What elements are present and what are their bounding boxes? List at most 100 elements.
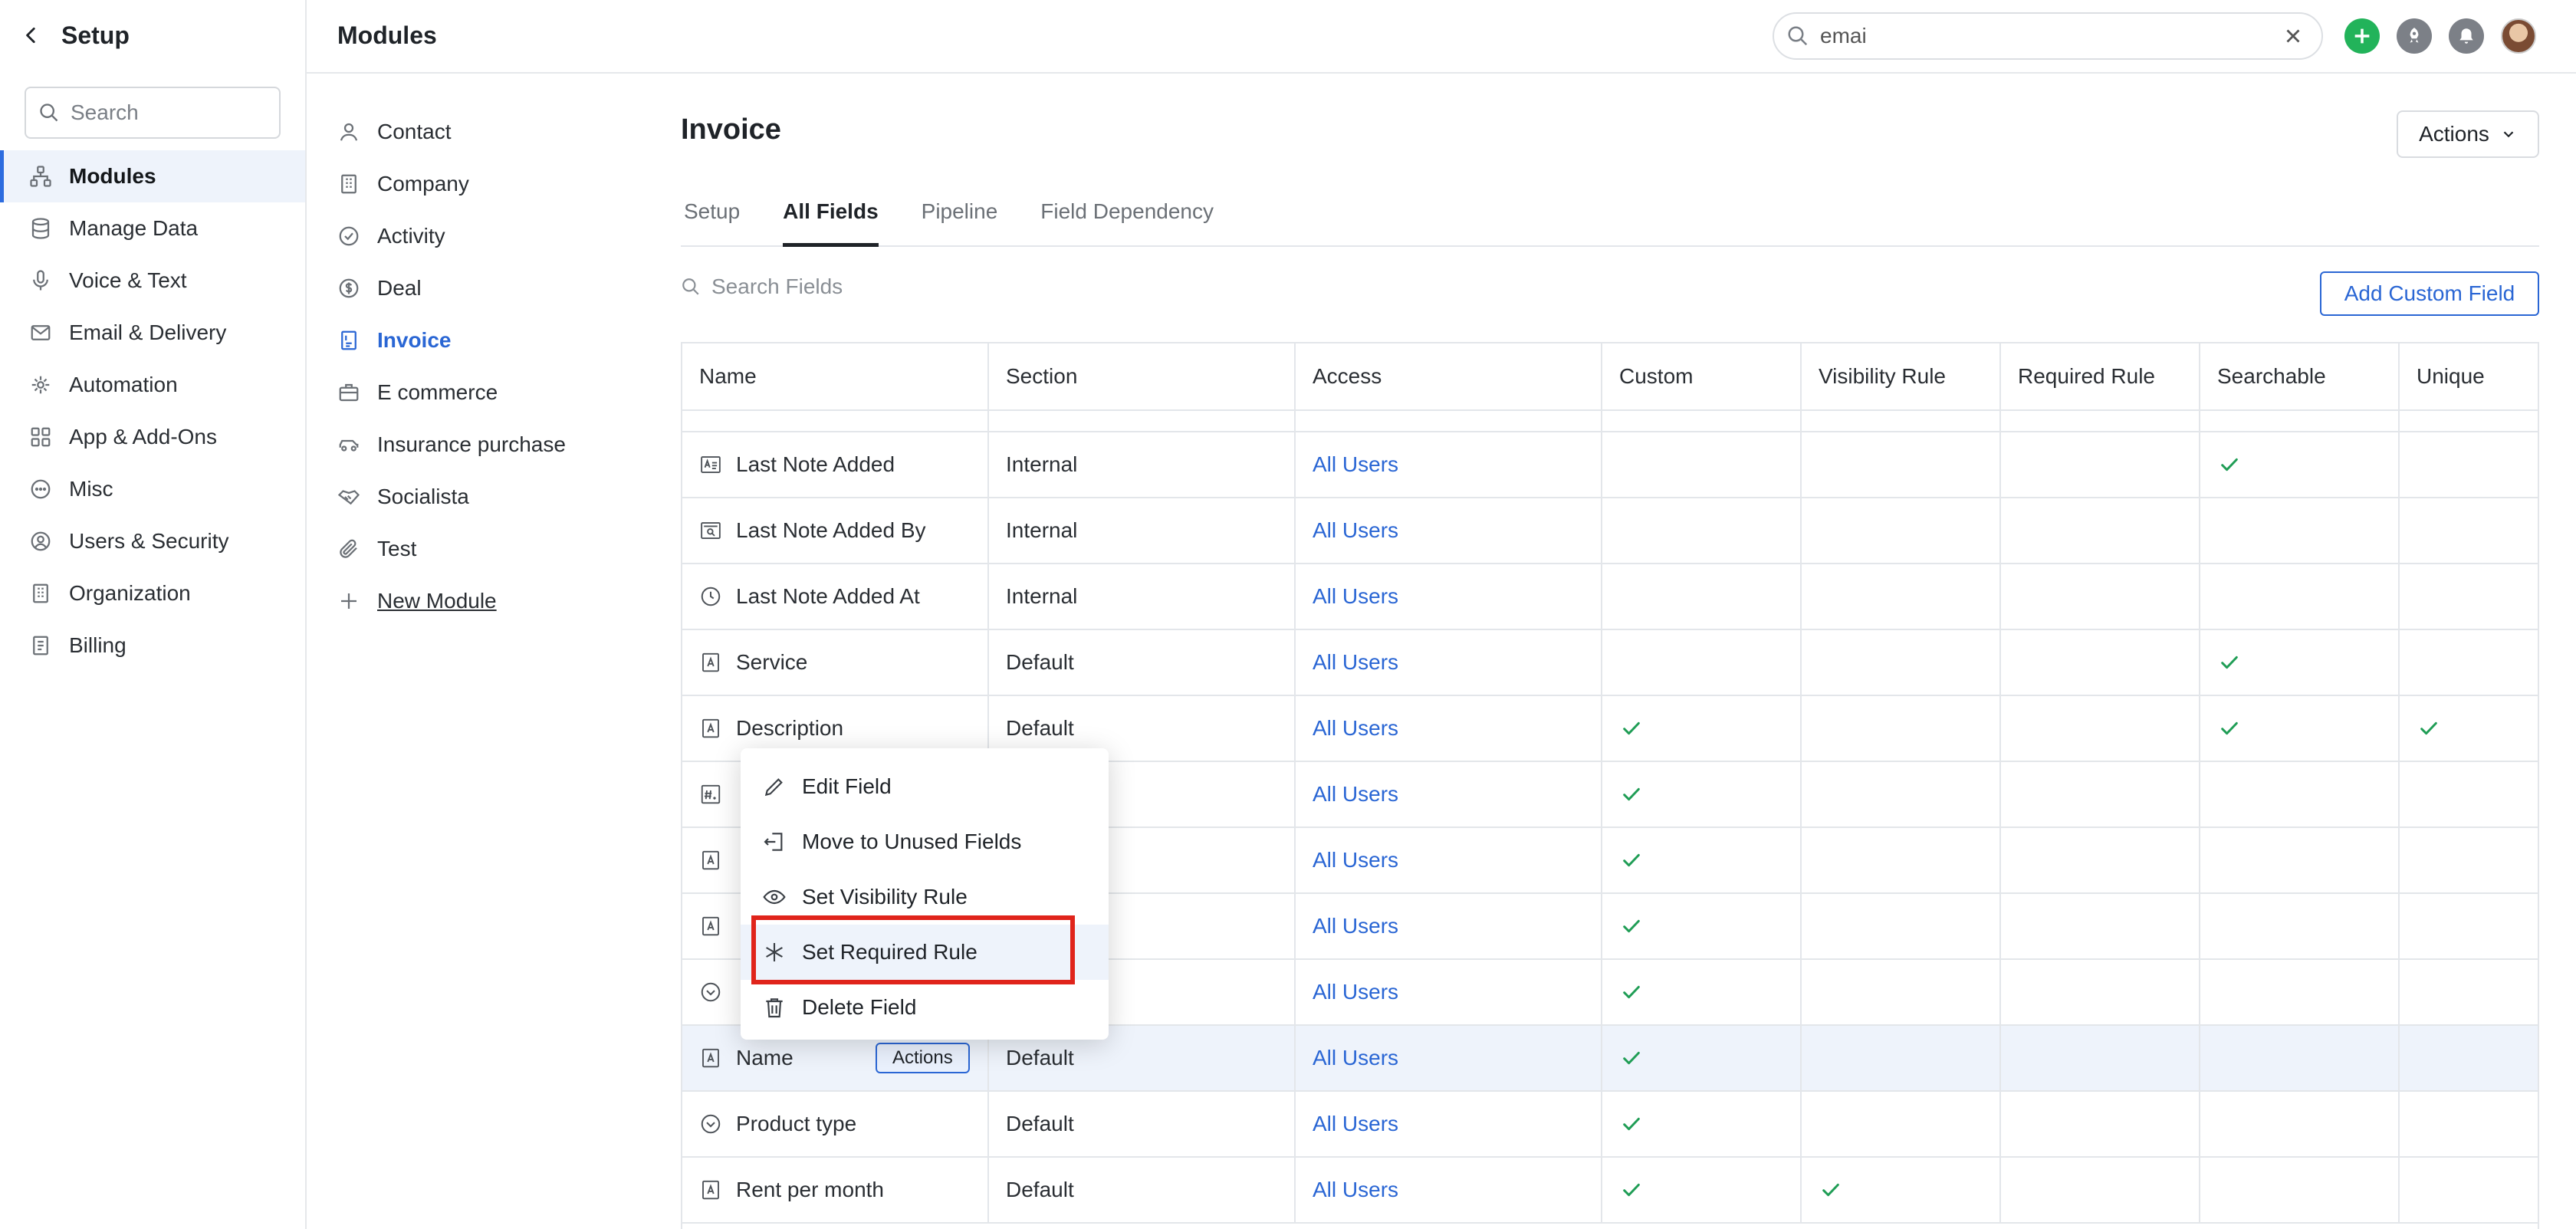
cell-section: Default [989, 1092, 1296, 1156]
module-item-activity[interactable]: Activity [307, 210, 629, 262]
text-field-icon [699, 453, 722, 476]
sidebar-item-voice-text[interactable]: Voice & Text [0, 255, 305, 307]
sidebar-item-manage-data[interactable]: Manage Data [0, 202, 305, 255]
cell-access-link[interactable]: All Users [1296, 696, 1602, 761]
global-search-input[interactable] [1820, 24, 2272, 48]
column-header-unique[interactable]: Unique [2400, 343, 2538, 409]
quick-add-button[interactable] [2344, 18, 2380, 54]
user-icon [337, 120, 360, 143]
sidebar-item-automation[interactable]: Automation [0, 359, 305, 411]
cell-searchable [2200, 564, 2400, 629]
tab-pipeline[interactable]: Pipeline [922, 199, 998, 247]
cell-access-link[interactable]: All Users [1296, 1092, 1602, 1156]
table-row[interactable]: Last Note Added At Internal All Users [682, 564, 2538, 630]
column-header-access[interactable]: Access [1296, 343, 1602, 409]
cell-access-link[interactable]: All Users [1296, 432, 1602, 497]
cell-visibility-rule [1802, 762, 2001, 826]
sidebar-item-users-security[interactable]: Users & Security [0, 515, 305, 567]
field-search-input[interactable] [711, 274, 1095, 299]
cell-searchable [2200, 696, 2400, 761]
cell-access-link[interactable]: All Users [1296, 894, 1602, 958]
column-header-visibility-rule[interactable]: Visibility Rule [1802, 343, 2001, 409]
rocket-icon [2404, 26, 2424, 46]
cell-access-link[interactable]: All Users [1296, 498, 1602, 563]
cell-visibility-rule [1802, 564, 2001, 629]
single-line-text-icon [699, 1178, 722, 1201]
actions-dropdown-button[interactable]: Actions [2397, 110, 2539, 158]
column-header-name[interactable]: Name [682, 343, 989, 409]
sidebar-item-app-add-ons[interactable]: App & Add-Ons [0, 411, 305, 463]
cell-access-link[interactable]: All Users [1296, 828, 1602, 892]
table-row[interactable]: Product type Default All Users [682, 1092, 2538, 1158]
module-item-company[interactable]: Company [307, 158, 629, 210]
single-line-text-icon [699, 717, 722, 740]
field-search[interactable] [681, 274, 1095, 299]
module-item-test[interactable]: Test [307, 523, 629, 575]
cell-access-link[interactable]: All Users [1296, 762, 1602, 826]
cell-name[interactable]: Last Note Added [682, 432, 989, 497]
module-item-deal[interactable]: Deal [307, 262, 629, 314]
module-item-insurance-purchase[interactable]: Insurance purchase [307, 419, 629, 471]
sidebar-item-email-delivery[interactable]: Email & Delivery [0, 307, 305, 359]
menu-item-set-visibility-rule[interactable]: Set Visibility Rule [741, 869, 1109, 925]
column-header-searchable[interactable]: Searchable [2200, 343, 2400, 409]
column-header-required-rule[interactable]: Required Rule [2001, 343, 2200, 409]
menu-item-delete-field[interactable]: Delete Field [741, 980, 1109, 1035]
clear-search-icon[interactable] [2282, 25, 2305, 48]
table-row[interactable]: Rent per month Default All Users [682, 1158, 2538, 1224]
cell-name[interactable]: Last Note Added At [682, 564, 989, 629]
check-circle-icon [337, 225, 360, 248]
module-label: Deal [377, 276, 422, 300]
table-scroll-gap [682, 411, 2538, 432]
cell-access-link[interactable]: All Users [1296, 1158, 1602, 1222]
column-header-section[interactable]: Section [989, 343, 1296, 409]
check-icon [2217, 650, 2242, 675]
sidebar-item-modules[interactable]: Modules [0, 150, 305, 202]
sidebar-search[interactable] [25, 87, 281, 139]
cell-name[interactable]: Rent per month [682, 1158, 989, 1222]
sidebar-item-organization[interactable]: Organization [0, 567, 305, 619]
cell-name[interactable]: Product type [682, 1092, 989, 1156]
tab-field-dependency[interactable]: Field Dependency [1040, 199, 1214, 247]
ellipsis-circle-icon [29, 478, 52, 501]
menu-item-set-required-rule[interactable]: Set Required Rule [741, 925, 1109, 980]
sidebar-search-input[interactable] [71, 100, 262, 125]
add-custom-field-button[interactable]: Add Custom Field [2320, 271, 2539, 316]
table-row[interactable]: Last Note Added Internal All Users [682, 432, 2538, 498]
paperclip-icon [337, 537, 360, 560]
cell-access-link[interactable]: All Users [1296, 1026, 1602, 1090]
menu-item-move-to-unused[interactable]: Move to Unused Fields [741, 814, 1109, 869]
module-label: Invoice [377, 328, 452, 352]
module-item-e-commerce[interactable]: E commerce [307, 366, 629, 419]
single-line-text-icon [699, 915, 722, 938]
module-item-contact[interactable]: Contact [307, 106, 629, 158]
new-module-link[interactable]: New Module [307, 575, 629, 627]
back-arrow-icon[interactable] [21, 25, 41, 45]
cell-name[interactable]: Service [682, 630, 989, 695]
notifications-button[interactable] [2449, 18, 2484, 54]
module-item-invoice[interactable]: Invoice [307, 314, 629, 366]
global-search[interactable] [1773, 12, 2323, 60]
module-item-socialista[interactable]: Socialista [307, 471, 629, 523]
cell-unique [2400, 894, 2538, 958]
sidebar-item-misc[interactable]: Misc [0, 463, 305, 515]
user-avatar[interactable] [2501, 18, 2536, 54]
cell-access-link[interactable]: All Users [1296, 564, 1602, 629]
table-row[interactable]: Last Note Added By Internal All Users [682, 498, 2538, 564]
row-actions-button[interactable]: Actions [876, 1043, 970, 1073]
tab-setup[interactable]: Setup [684, 199, 740, 247]
bell-icon [2456, 26, 2476, 46]
rocket-button[interactable] [2397, 18, 2432, 54]
cell-access-link[interactable]: All Users [1296, 630, 1602, 695]
field-name: Last Note Added [736, 452, 895, 476]
tab-all-fields[interactable]: All Fields [783, 199, 879, 247]
table-row[interactable]: Service Default All Users [682, 630, 2538, 696]
cell-name[interactable]: Last Note Added By [682, 498, 989, 563]
menu-item-edit-field[interactable]: Edit Field [741, 759, 1109, 814]
column-header-custom[interactable]: Custom [1602, 343, 1802, 409]
cell-access-link[interactable]: All Users [1296, 960, 1602, 1024]
sidebar-item-billing[interactable]: Billing [0, 619, 305, 672]
single-line-text-icon [699, 849, 722, 872]
cell-unique [2400, 762, 2538, 826]
top-bar: Modules [307, 0, 2576, 74]
